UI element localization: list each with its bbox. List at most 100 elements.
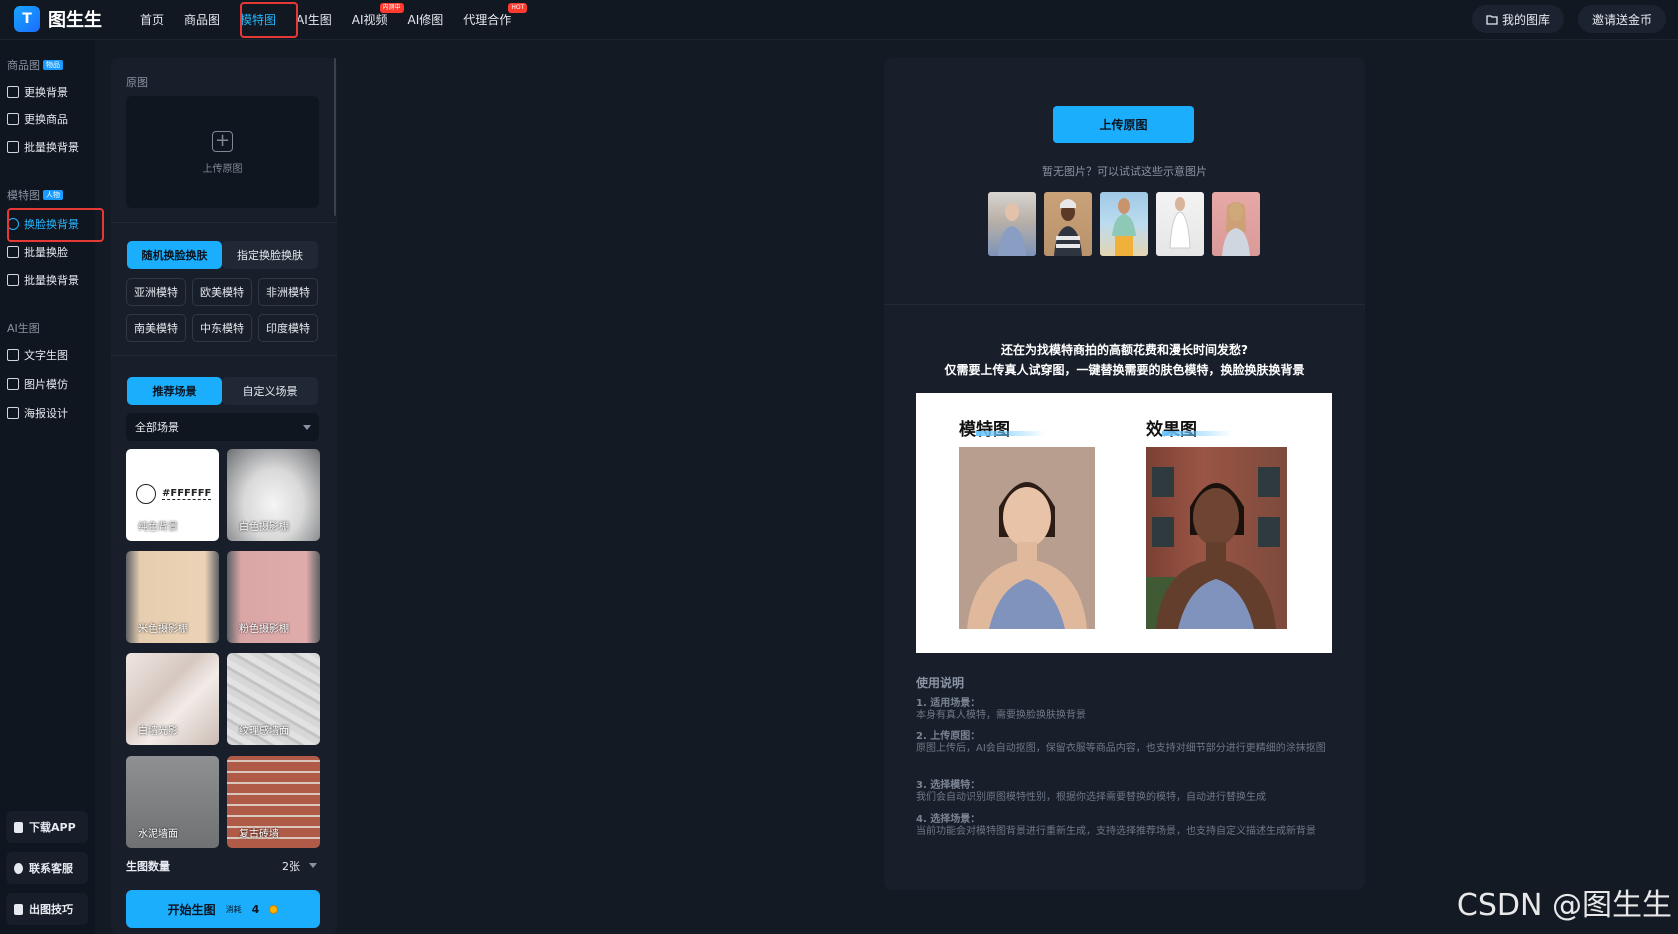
sidebar-section-model: 模特图 人物	[7, 187, 63, 203]
nav-home[interactable]: 首页	[130, 0, 174, 40]
swap-icon	[7, 113, 19, 125]
nav-agency-label: 代理合作	[463, 13, 512, 27]
scene-filter-select[interactable]: 全部场景	[126, 413, 319, 441]
model-type-middle-eastern[interactable]: 中东模特	[192, 314, 252, 342]
sidebar-item-label: 更换商品	[24, 113, 68, 126]
nav-ai-retouch[interactable]: AI修图	[398, 0, 454, 40]
csdn-watermark: CSDN @图生生	[1456, 888, 1672, 923]
start-generate-label: 开始生图	[167, 902, 216, 917]
scene-filter-value: 全部场景	[135, 421, 179, 434]
section-title: 模特图	[7, 189, 40, 202]
cost-value: 4	[251, 902, 260, 916]
top-bar: T 图生生 首页 商品图 模特图 AI生图 AI视频 内测中 AI修图 代理合作 H…	[0, 0, 1678, 40]
poster-icon	[7, 407, 19, 419]
scene-beige-studio[interactable]: 米色摄影棚	[126, 551, 219, 643]
model-type-african[interactable]: 非洲模特	[258, 278, 318, 306]
scan-face-icon	[7, 246, 19, 258]
model-type-asian[interactable]: 亚洲模特	[126, 278, 186, 306]
model-type-south-american[interactable]: 南美模特	[126, 314, 186, 342]
sample-image[interactable]	[1100, 192, 1148, 256]
card-divider	[884, 304, 1365, 305]
scene-retro-brick[interactable]: 复古砖墙	[227, 756, 320, 848]
scene-label: 白色摄影棚	[239, 522, 289, 533]
plus-icon: +	[212, 131, 233, 152]
sample-model-figure	[1112, 198, 1136, 256]
sidebar-highlight-box	[7, 208, 104, 242]
scene-white-wall-light[interactable]: 白墙光影	[126, 653, 219, 745]
sidebar-item-label: 文字生图	[24, 349, 68, 362]
sidebar-item-batch-background[interactable]: 批量换背景	[7, 136, 79, 158]
invite-button[interactable]: 邀请送金币	[1577, 5, 1666, 33]
sample-hint-text: 暂无图片？可以试试这些示意图片	[1042, 165, 1207, 178]
color-swatch	[136, 484, 156, 504]
chevron-down-icon	[303, 425, 311, 430]
promo-line-2: 仅需要上传真人试穿图，一键替换需要的肤色模特，换脸换肤换背景	[944, 363, 1305, 377]
sidebar-item-change-background[interactable]: 更换背景	[7, 81, 68, 103]
note-body: 本身有真人模特，需要换脸换肤换背景	[916, 710, 1086, 721]
title-underline	[1162, 431, 1232, 436]
scene-label: 复古砖墙	[239, 829, 279, 840]
contact-support-label: 联系客服	[29, 862, 73, 875]
my-gallery-button[interactable]: 我的图库	[1471, 5, 1564, 33]
tab-recommended-scenes[interactable]: 推荐场景	[127, 377, 222, 405]
scene-color-code: #FFFFFF	[162, 488, 212, 500]
note-heading: 2. 上传原图：	[916, 731, 981, 742]
nav-ai-video-label: AI视频	[351, 13, 388, 27]
app-logo[interactable]: T 图生生	[14, 6, 102, 32]
app-name: 图生生	[48, 10, 102, 31]
nav-agency[interactable]: 代理合作 HOT	[453, 0, 528, 40]
sidebar-item-model-batch-background[interactable]: 批量换背景	[7, 269, 79, 291]
imitate-icon	[7, 378, 19, 390]
sidebar-item-poster-design[interactable]: 海报设计	[7, 402, 68, 424]
panel-scrollbar[interactable]	[334, 58, 336, 216]
scene-label: 米色摄影棚	[138, 624, 188, 635]
scene-pink-studio[interactable]: 粉色摄影棚	[227, 551, 320, 643]
sample-image[interactable]	[1212, 192, 1260, 256]
sidebar-item-image-imitate[interactable]: 图片模仿	[7, 373, 68, 395]
result-portrait	[1146, 467, 1280, 629]
sidebar-item-label: 图片模仿	[24, 378, 68, 391]
tips-button[interactable]: 出图技巧	[6, 893, 88, 925]
start-generate-button[interactable]: 开始生图 消耗 4	[126, 890, 320, 928]
contact-support-button[interactable]: 联系客服	[6, 852, 88, 884]
sample-image[interactable]	[1156, 192, 1204, 256]
scene-white-studio[interactable]: 白色摄影棚	[227, 449, 320, 541]
sidebar-item-label: 批量换背景	[24, 274, 79, 287]
nav-product-images[interactable]: 商品图	[174, 0, 230, 40]
panel-divider	[111, 355, 337, 356]
tab-specified-face-swap[interactable]: 指定换脸换肤	[222, 241, 318, 269]
nav-ai-video[interactable]: AI视频 内测中	[342, 0, 404, 40]
sample-model-figure	[1222, 202, 1250, 256]
scene-label: 纹理感墙面	[239, 726, 289, 737]
left-sidebar	[0, 40, 95, 934]
chevron-down-icon	[309, 863, 317, 868]
note-heading: 1. 适用场景：	[916, 698, 981, 709]
sample-image[interactable]	[988, 192, 1036, 256]
scene-solid-color[interactable]: #FFFFFF 纯色背景	[126, 449, 219, 541]
section-title: AI生图	[7, 322, 40, 335]
before-after-demo: 模特图 效果图	[916, 393, 1332, 653]
sidebar-item-text-to-image[interactable]: 文字生图	[7, 344, 68, 366]
scene-label: 粉色摄影棚	[239, 624, 289, 635]
download-app-button[interactable]: 下载APP	[6, 811, 88, 843]
sample-model-figure	[1169, 197, 1191, 249]
tab-random-face-swap[interactable]: 随机换脸换肤	[127, 241, 222, 269]
tab-custom-scenes[interactable]: 自定义场景	[222, 377, 318, 405]
model-photo	[959, 447, 1095, 629]
tips-icon	[14, 903, 23, 915]
image-count-select[interactable]: 2张	[282, 858, 300, 874]
scene-label: 纯色背景	[138, 522, 178, 533]
sidebar-item-batch-face-swap[interactable]: 批量换脸	[7, 241, 68, 263]
sample-model-figure	[998, 203, 1026, 256]
batch-image-icon	[7, 141, 19, 153]
model-type-indian[interactable]: 印度模特	[258, 314, 318, 342]
scene-textured-wall[interactable]: 纹理感墙面	[227, 653, 320, 745]
sample-image[interactable]	[1044, 192, 1092, 256]
model-type-western[interactable]: 欧美模特	[192, 278, 252, 306]
upload-original-button[interactable]: 上传原图	[1053, 106, 1194, 143]
scene-concrete-wall[interactable]: 水泥墙面	[126, 756, 219, 848]
upload-original-text: 上传原图	[202, 164, 243, 175]
phone-icon	[14, 821, 23, 833]
upload-original-dropzone[interactable]: + 上传原图	[126, 96, 319, 208]
sidebar-item-change-product[interactable]: 更换商品	[7, 108, 68, 130]
